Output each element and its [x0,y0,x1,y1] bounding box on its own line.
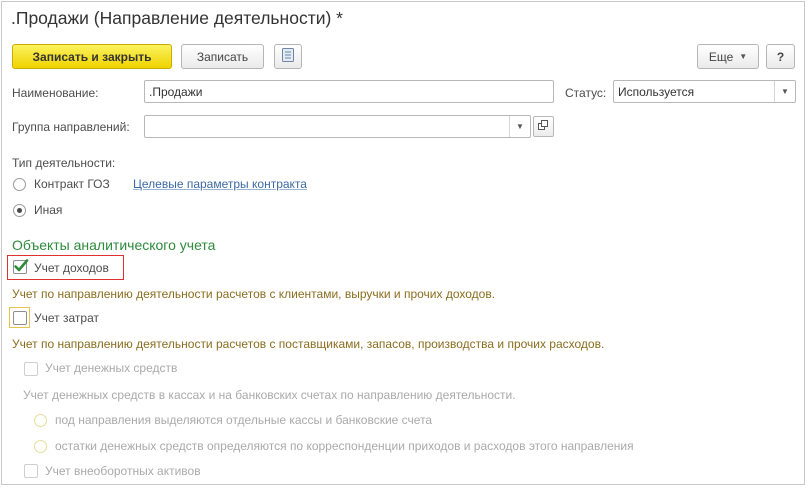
radio-cash-separate[interactable] [34,414,47,427]
name-value: .Продажи [149,84,203,99]
income-label[interactable]: Учет доходов [34,261,109,275]
activity-type-label: Тип деятельности: [12,156,116,170]
chevron-down-icon[interactable]: ▼ [509,116,530,137]
status-value: Используется [618,84,695,99]
status-label: Статус: [565,86,607,100]
radio-other-label[interactable]: Иная [34,203,62,217]
cash-hint: Учет денежных средств в кассах и на банк… [23,388,516,402]
open-group-button[interactable] [533,116,554,137]
list-report-icon [282,48,294,65]
open-form-icon [538,119,549,134]
radio-cash-separate-label[interactable]: под направления выделяются отдельные кас… [55,413,432,427]
costs-label[interactable]: Учет затрат [34,311,99,325]
assets-checkbox[interactable] [24,464,38,478]
checkmark-icon [13,258,29,277]
income-checkbox[interactable] [13,258,29,277]
costs-checkbox[interactable] [13,311,27,325]
group-label: Группа направлений: [12,120,130,134]
chevron-down-icon: ▼ [739,52,748,61]
name-input[interactable]: .Продажи [144,80,554,103]
analytics-section-title: Объекты аналитического учета [12,237,216,253]
chevron-down-icon[interactable]: ▼ [774,81,795,102]
group-input[interactable]: ▼ [144,115,531,138]
save-button[interactable]: Записать [181,44,264,69]
page-title: .Продажи (Направление деятельности) * [11,8,343,28]
radio-contract-goz-label[interactable]: Контракт ГОЗ [34,177,110,191]
cash-label[interactable]: Учет денежных средств [45,361,177,375]
save-and-close-button[interactable]: Записать и закрыть [12,44,172,69]
costs-hint: Учет по направлению деятельности расчето… [12,337,605,351]
more-button[interactable]: Еще ▼ [697,44,759,69]
radio-other[interactable] [13,204,26,217]
assets-label[interactable]: Учет внеоборотных активов [45,464,201,478]
status-select[interactable]: Используется ▼ [613,80,796,103]
name-label: Наименование: [12,86,99,100]
help-button[interactable]: ? [766,44,795,69]
radio-cash-correspondence[interactable] [34,440,47,453]
more-label: Еще [708,49,734,64]
radio-cash-correspondence-label[interactable]: остатки денежных средств определяются по… [55,439,634,453]
cash-checkbox[interactable] [24,362,38,376]
income-hint: Учет по направлению деятельности расчето… [12,287,496,301]
contract-params-link[interactable]: Целевые параметры контракта [133,177,307,191]
radio-contract-goz[interactable] [13,178,26,191]
report-button[interactable] [274,44,302,69]
